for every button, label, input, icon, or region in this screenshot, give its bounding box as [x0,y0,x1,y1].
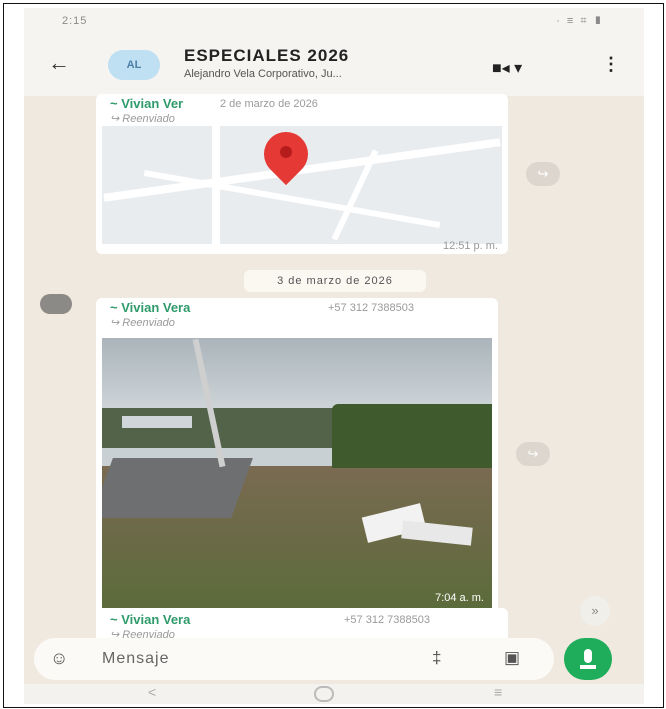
message-input[interactable]: Mensaje [102,650,169,668]
status-bar: 2:15 · ≡ ⌗ ▮ [24,8,644,34]
message-sender[interactable]: ~ Vivian Ver [110,96,183,111]
mic-icon [584,649,592,663]
chat-subtitle[interactable]: Alejandro Vela Corporativo, Ju... [184,68,342,80]
shared-photo[interactable]: 7:04 a. m. [102,338,492,610]
more-options-icon[interactable]: ⋮ [602,54,620,75]
nav-recent-icon[interactable]: ≡ [494,684,502,700]
nav-home-icon[interactable] [314,686,334,702]
system-nav-bar: < ≡ [24,684,644,704]
location-pin-dot [280,146,292,158]
message-date: 2 de marzo de 2026 [220,98,318,110]
status-time: 2:15 [62,15,88,27]
location-map[interactable] [102,126,502,244]
camera-icon[interactable]: ▣ [504,648,520,668]
sender-phone[interactable]: +57 312 7388503 [344,614,430,626]
phone-screen: 2:15 · ≡ ⌗ ▮ ← AL ESPECIALES 2026 Alejan… [24,8,644,704]
scroll-to-bottom-icon[interactable]: » [580,596,610,626]
chat-title[interactable]: ESPECIALES 2026 [184,46,349,66]
message-partial[interactable]: ~ Vivian Vera +57 312 7388503 ↪ Reenviad… [96,608,508,641]
forward-share-icon[interactable]: ↪ [516,442,550,466]
forward-share-icon[interactable]: ↪ [526,162,560,186]
photo-time: 7:04 a. m. [435,592,484,604]
message-sender[interactable]: ~ Vivian Vera [110,300,190,315]
attach-icon[interactable]: ‡ [432,648,441,668]
photo-wall [122,416,192,428]
video-call-icon[interactable]: ■◂ ▾ [492,58,522,78]
group-avatar[interactable]: AL [108,50,160,80]
sticker-icon[interactable]: ☺ [50,648,68,669]
chat-header: ← AL ESPECIALES 2026 Alejandro Vela Corp… [24,34,644,96]
mic-icon-base [580,665,596,669]
forwarded-label: ↪ Reenviado [110,113,175,125]
status-icons: · ≡ ⌗ ▮ [556,15,604,27]
message-location[interactable]: ~ Vivian Ver 2 de marzo de 2026 ↪ Reenvi… [96,94,508,254]
sender-avatar[interactable] [40,294,72,314]
photo-road [102,458,253,518]
sender-phone[interactable]: +57 312 7388503 [328,302,414,314]
back-arrow-icon[interactable]: ← [48,50,70,76]
photo-hedge [332,404,492,468]
screenshot-frame: 2:15 · ≡ ⌗ ▮ ← AL ESPECIALES 2026 Alejan… [3,3,664,708]
message-photo[interactable]: ~ Vivian Vera +57 312 7388503 ↪ Reenviad… [96,298,498,620]
forwarded-label: ↪ Reenviado [110,317,175,329]
message-time: 12:51 p. m. [442,240,498,252]
nav-back-icon[interactable]: < [148,684,156,700]
date-separator: 3 de marzo de 2026 [244,270,426,292]
mic-button[interactable] [564,638,612,680]
message-sender[interactable]: ~ Vivian Vera [110,612,190,627]
message-composer[interactable]: ☺ Mensaje ‡ ▣ [34,638,554,680]
